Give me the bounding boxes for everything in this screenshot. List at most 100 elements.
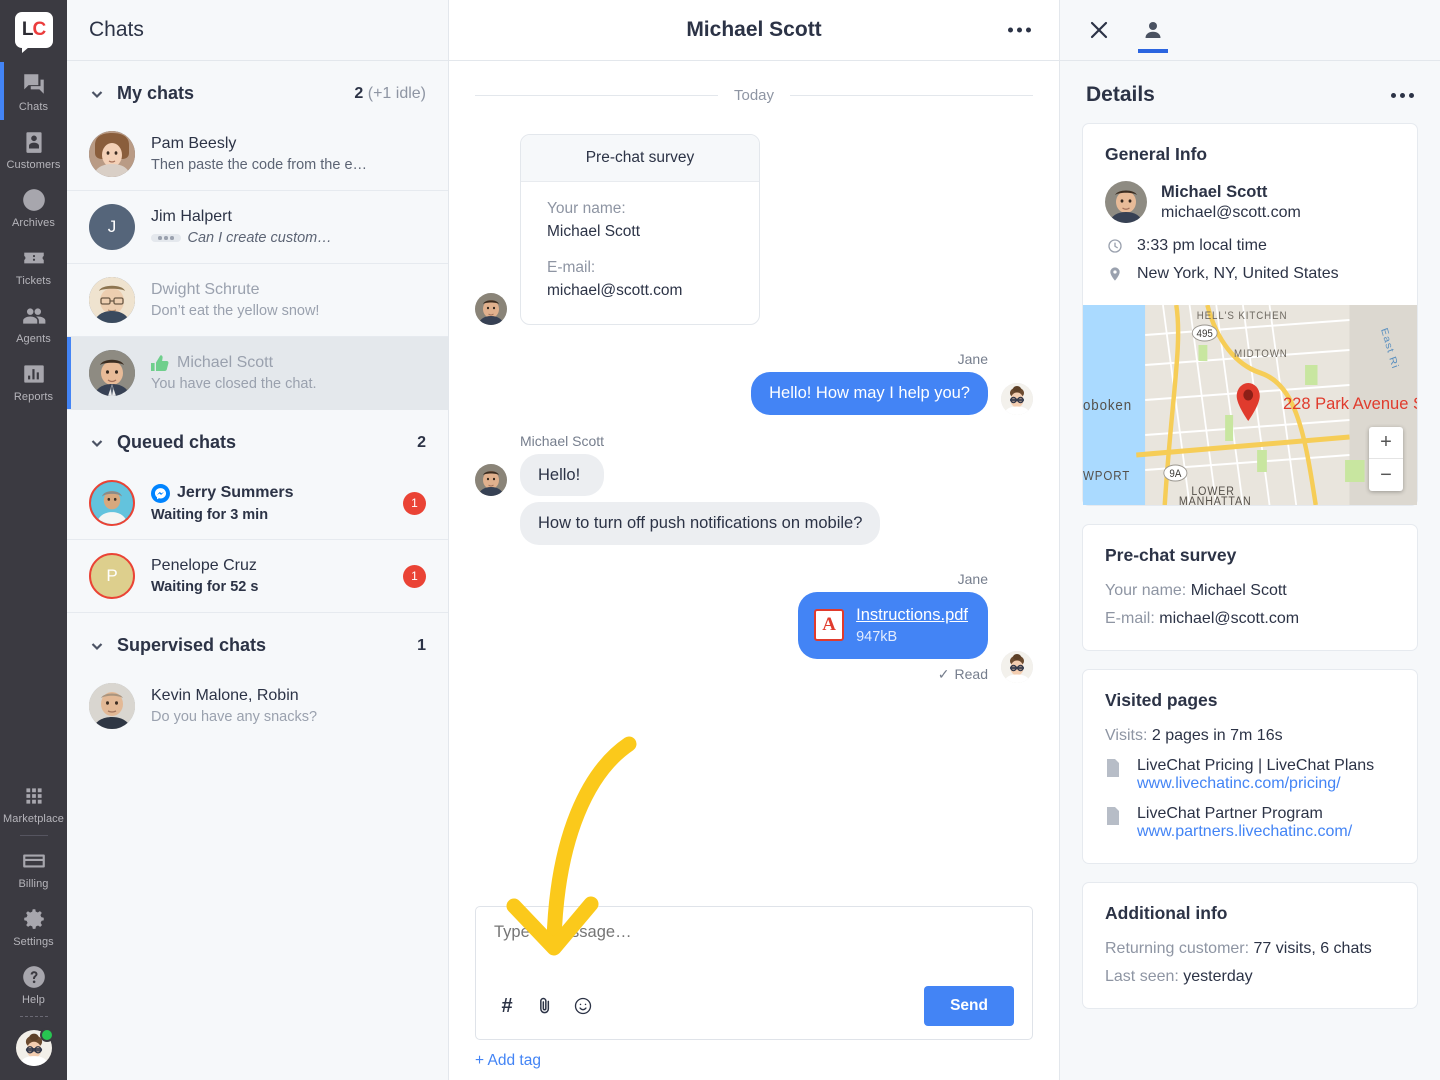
map-zoom-in-button[interactable]: + <box>1369 427 1403 459</box>
prechat-survey-details-card: Pre-chat survey Your name: Michael Scott… <box>1082 524 1418 651</box>
sidebar-label-agents: Agents <box>16 333 51 345</box>
sidebar-item-tickets[interactable]: Tickets <box>0 236 67 294</box>
check-icon: ✓ <box>937 665 950 682</box>
sidebar-label-customers: Customers <box>6 159 61 171</box>
customer-identity: Michael Scott michael@scott.com <box>1105 181 1395 223</box>
general-info-card: General Info Michael Scott michael@scott… <box>1082 123 1418 506</box>
chat-list-item-michael-scott[interactable]: Michael Scott You have closed the chat. <box>67 337 448 410</box>
file-name-link[interactable]: Instructions.pdf <box>856 605 968 626</box>
section-title-queued-chats: Queued chats <box>117 432 237 452</box>
current-agent-avatar[interactable] <box>15 1028 54 1066</box>
additional-info-body: Additional info Returning customer: 77 v… <box>1083 883 1417 1008</box>
returning-customer-row: Returning customer: 77 visits, 6 chats <box>1105 940 1395 958</box>
survey-field-value: michael@scott.com <box>547 282 683 299</box>
visited-page-text: LiveChat Partner Program www.partners.li… <box>1137 805 1352 841</box>
section-title-supervised-chats: Supervised chats <box>117 635 267 655</box>
section-header-my-chats[interactable]: My chats 2 (+1 idle) <box>67 61 448 118</box>
survey-row-key: Your name: <box>1105 582 1187 599</box>
message-author: Jane <box>957 351 988 367</box>
canned-response-icon[interactable]: # <box>494 993 520 1019</box>
svg-text:HELL'S KITCHEN: HELL'S KITCHEN <box>1197 311 1288 323</box>
livechat-logo[interactable]: LC <box>14 12 53 53</box>
more-options-icon[interactable] <box>1391 92 1414 98</box>
sidebar-item-settings[interactable]: Settings <box>0 897 67 955</box>
local-time-value: 3:33 pm local time <box>1137 237 1267 254</box>
svg-text:oboken: oboken <box>1083 397 1132 414</box>
returning-customer-key: Returning customer: <box>1105 940 1250 957</box>
visited-page-url[interactable]: www.partners.livechatinc.com/ <box>1137 823 1352 840</box>
message-customer-hello: Michael Scott Hello! <box>475 433 1033 497</box>
chat-item-preview: Don’t eat the yellow snow! <box>151 303 320 319</box>
conversation-panel: Michael Scott Today Pre-chat survey Your… <box>449 0 1060 1080</box>
sidebar-item-archives[interactable]: Archives <box>0 178 67 236</box>
close-icon[interactable] <box>1082 7 1116 53</box>
nav-divider-dashed <box>19 1016 48 1017</box>
section-header-supervised-chats[interactable]: Supervised chats 1 <box>67 613 448 670</box>
last-seen-key: Last seen: <box>1105 968 1179 985</box>
chat-item-text: Pam Beesly Then paste the code from the … <box>151 135 426 173</box>
returning-customer-value: 77 visits, 6 chats <box>1253 940 1372 957</box>
location-pin-icon <box>1105 266 1125 282</box>
additional-info-card: Additional info Returning customer: 77 v… <box>1082 882 1418 1009</box>
visited-pages-body: Visited pages Visits: 2 pages in 7m 16s … <box>1083 670 1417 863</box>
add-tag-link[interactable]: + Add tag <box>475 1052 541 1070</box>
section-header-queued-chats[interactable]: Queued chats 2 <box>67 410 448 467</box>
customer-identity-text: Michael Scott michael@scott.com <box>1161 183 1301 222</box>
chats-icon <box>21 71 47 97</box>
details-tabbar <box>1060 0 1440 61</box>
chat-item-text: Dwight Schrute Don’t eat the yellow snow… <box>151 281 426 319</box>
sidebar-item-agents[interactable]: Agents <box>0 294 67 352</box>
avatar <box>89 277 135 323</box>
general-info-body: General Info Michael Scott michael@scott… <box>1083 124 1417 305</box>
prechat-survey-card: Pre-chat survey Your name: Michael Scott… <box>520 134 760 325</box>
avatar <box>89 350 135 396</box>
visited-page-item[interactable]: LiveChat Pricing | LiveChat Plans www.li… <box>1105 757 1395 793</box>
message-content-column: Jane Hello! How may I help you? <box>751 351 988 415</box>
map-zoom-out-button[interactable]: − <box>1369 459 1403 491</box>
sidebar-item-billing[interactable]: Billing <box>0 839 67 897</box>
chat-list-item-jim-halpert[interactable]: J Jim Halpert Can I create custom… <box>67 191 448 264</box>
thumbs-up-icon <box>151 354 170 372</box>
chat-item-preview: Do you have any snacks? <box>151 709 318 725</box>
survey-field-value: Michael Scott <box>547 223 641 240</box>
visited-page-title: LiveChat Partner Program <box>1137 805 1323 822</box>
sidebar-item-marketplace[interactable]: Marketplace <box>0 774 67 832</box>
attachment-icon[interactable] <box>532 993 558 1019</box>
survey-row-email: E-mail: michael@scott.com <box>1105 610 1395 628</box>
person-icon[interactable] <box>1136 7 1170 53</box>
unread-badge: 1 <box>403 564 426 588</box>
sidebar-label-reports: Reports <box>13 391 54 403</box>
emoji-icon[interactable] <box>570 993 596 1019</box>
sidebar-item-customers[interactable]: Customers <box>0 120 67 178</box>
chat-list-item-penelope-cruz[interactable]: P Penelope Cruz Waiting for 52 s 1 <box>67 540 448 613</box>
details-panel: Details General Info Michael Scott micha… <box>1060 0 1440 1080</box>
avatar <box>89 683 135 729</box>
chat-item-text: Jerry Summers Waiting for 3 min <box>151 483 395 523</box>
chat-list-item-pam-beesly[interactable]: Pam Beesly Then paste the code from the … <box>67 118 448 191</box>
chat-list-item-jerry-summers[interactable]: Jerry Summers Waiting for 3 min 1 <box>67 467 448 540</box>
survey-row-value: michael@scott.com <box>1159 610 1300 627</box>
sidebar-label-help: Help <box>21 994 46 1006</box>
message-composer[interactable]: # Send <box>475 906 1033 1040</box>
chat-list-panel: Chats My chats 2 (+1 idle) Pam Beesly Th… <box>67 0 449 1080</box>
customer-location-map[interactable]: HELL'S KITCHEN MIDTOWN oboken WPORT LOWE… <box>1083 305 1417 505</box>
visited-page-url[interactable]: www.livechatinc.com/pricing/ <box>1137 775 1341 792</box>
sidebar-item-reports[interactable]: Reports <box>0 352 67 410</box>
sidebar-label-marketplace: Marketplace <box>2 813 64 825</box>
more-options-icon[interactable] <box>1002 22 1037 39</box>
livechat-app: LC Chats Customers Archives Tickets Agen… <box>0 0 1440 1080</box>
prechat-survey-card-header: Pre-chat survey <box>521 135 759 182</box>
location-row: New York, NY, United States <box>1105 265 1395 283</box>
chat-item-name-wrap: Jerry Summers <box>151 483 395 503</box>
file-attachment-bubble[interactable]: A Instructions.pdf 947kB <box>798 591 988 659</box>
visited-page-item[interactable]: LiveChat Partner Program www.partners.li… <box>1105 805 1395 841</box>
sidebar-item-help[interactable]: Help <box>0 955 67 1013</box>
chat-list-item-kevin-malone[interactable]: Kevin Malone, Robin Do you have any snac… <box>67 670 448 743</box>
local-time-row: 3:33 pm local time <box>1105 237 1395 255</box>
message-input[interactable] <box>494 923 1014 942</box>
send-button[interactable]: Send <box>924 986 1014 1026</box>
sidebar-item-chats[interactable]: Chats <box>0 62 67 120</box>
chat-list-item-dwight-schrute[interactable]: Dwight Schrute Don’t eat the yellow snow… <box>67 264 448 337</box>
map-zoom-controls[interactable]: + − <box>1369 427 1403 491</box>
visited-page-text: LiveChat Pricing | LiveChat Plans www.li… <box>1137 757 1374 793</box>
